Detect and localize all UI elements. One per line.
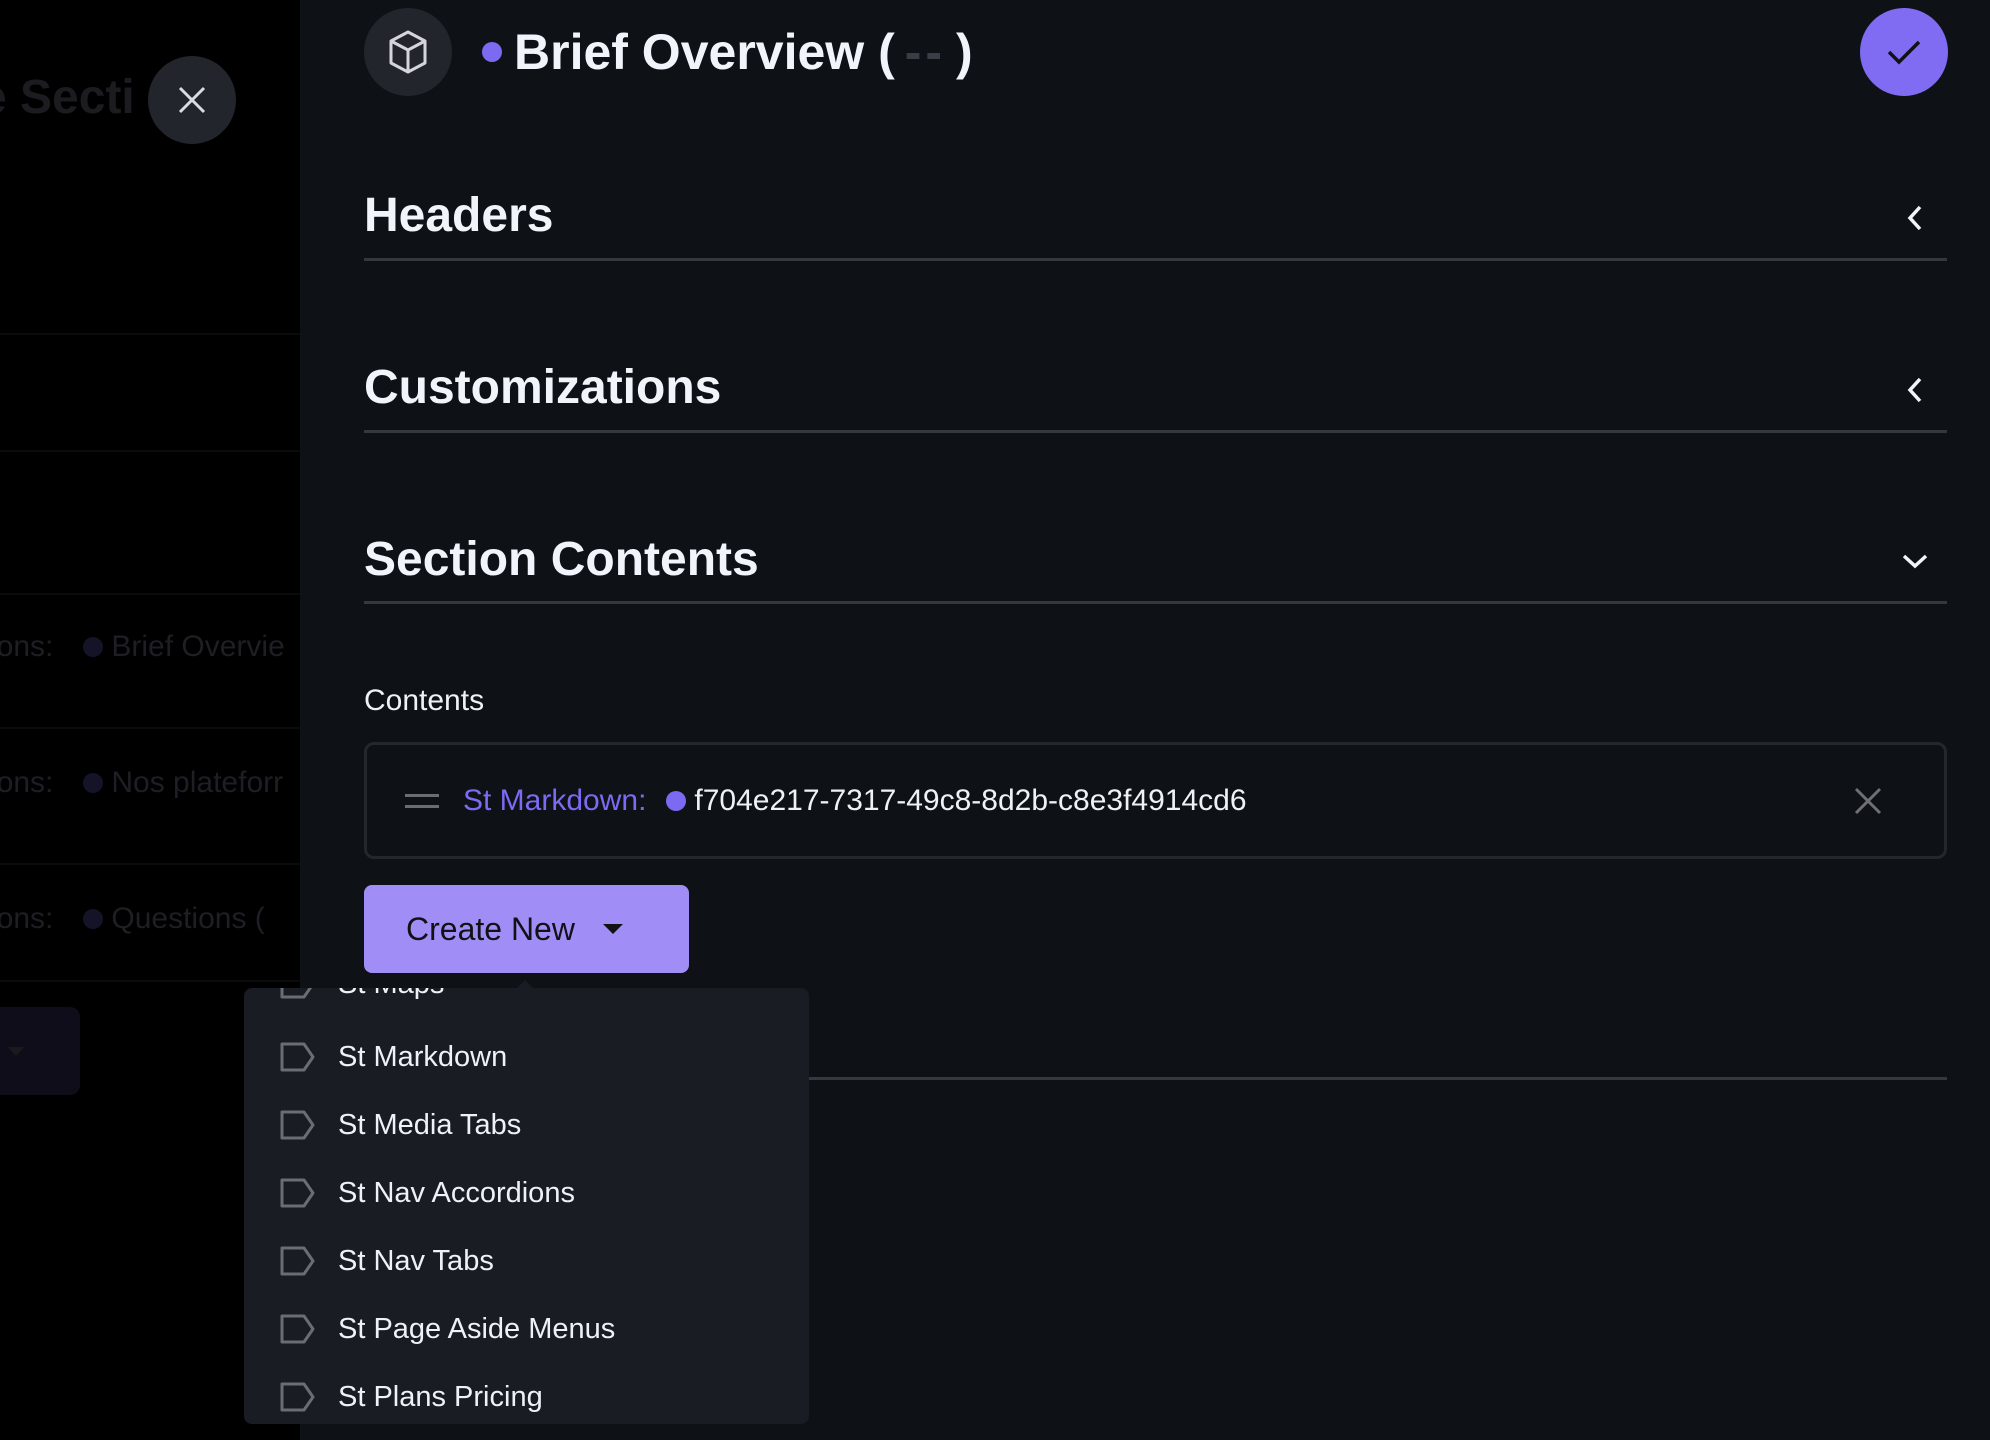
menu-item-label: St Media Tabs <box>338 1108 522 1141</box>
remove-item-button[interactable] <box>1852 785 1884 817</box>
menu-item-label: St Maps <box>338 988 444 1001</box>
close-icon <box>1854 787 1882 815</box>
menu-item[interactable]: St Maps <box>244 988 809 1018</box>
background-page-title: e Secti <box>0 71 135 124</box>
chevron-left-icon <box>1907 205 1922 231</box>
title-close-paren: ) <box>956 24 973 80</box>
section-customizations-toggle[interactable] <box>1900 375 1930 405</box>
tag-icon <box>280 1246 315 1276</box>
create-new-label: Create New <box>406 910 575 947</box>
background-row: ions: Brief Overvie <box>0 630 285 664</box>
content-type: St Markdown: <box>463 783 647 817</box>
section-contents-title[interactable]: Section Contents <box>364 532 759 587</box>
status-dot <box>83 909 104 929</box>
background-divider <box>0 450 300 452</box>
section-divider <box>364 258 1947 261</box>
menu-item-label: St Page Aside Menus <box>338 1312 616 1345</box>
create-new-button[interactable]: Create New <box>364 885 689 973</box>
background-row-value: Brief Overvie <box>111 630 285 663</box>
menu-item-label: St Markdown <box>338 1040 508 1073</box>
section-headers-toggle[interactable] <box>1900 203 1930 233</box>
background-row-value: Questions ( <box>111 902 265 935</box>
section-customizations-title[interactable]: Customizations <box>364 360 721 415</box>
section-headers-title[interactable]: Headers <box>364 188 553 243</box>
caret-down-icon <box>602 924 623 934</box>
menu-item-label: St Plans Pricing <box>338 1380 543 1413</box>
tag-icon <box>280 1314 315 1344</box>
tag-icon <box>280 1042 315 1072</box>
chevron-down-icon <box>1902 554 1928 569</box>
menu-item[interactable]: St Markdown <box>244 1023 809 1091</box>
menu-item[interactable]: St Nav Tabs <box>244 1227 809 1295</box>
menu-item-label: St Nav Tabs <box>338 1244 494 1277</box>
background-divider <box>0 863 300 865</box>
page-title: Brief Overview ( -- ) <box>482 23 973 81</box>
menu-item[interactable]: St Media Tabs <box>244 1091 809 1159</box>
status-dot <box>83 637 104 657</box>
panel-header: Brief Overview ( -- ) <box>364 8 973 96</box>
menu-item[interactable]: St Nav Accordions <box>244 1159 809 1227</box>
status-dot <box>666 790 687 811</box>
drag-handle-icon[interactable] <box>405 793 439 808</box>
caret-down-icon <box>8 1047 24 1056</box>
background-row-label: ions: <box>0 766 54 799</box>
background-divider <box>0 593 300 595</box>
background-row: ions: Nos plateforr <box>0 766 283 800</box>
tag-icon <box>280 988 313 999</box>
create-new-menu[interactable]: St Maps St Markdown St Media Tabs St Nav… <box>244 988 809 1424</box>
title-placeholder: -- <box>904 24 947 80</box>
content-list-item[interactable]: St Markdown: f704e217-7317-49c8-8d2b-c8e… <box>364 742 1947 859</box>
section-divider <box>364 601 1947 604</box>
tag-icon <box>280 1382 315 1412</box>
tag-icon <box>280 1110 315 1140</box>
close-panel-button[interactable] <box>148 56 236 144</box>
tag-icon <box>280 1178 315 1208</box>
contents-label: Contents <box>364 684 485 717</box>
title-text: Brief Overview ( <box>514 24 895 80</box>
menu-item[interactable]: St Plans Pricing <box>244 1363 809 1424</box>
check-icon <box>1887 40 1921 65</box>
chevron-left-icon <box>1907 377 1922 403</box>
background-divider <box>0 727 300 729</box>
status-dot <box>83 773 104 793</box>
section-contents-toggle[interactable] <box>1900 546 1930 576</box>
menu-item[interactable]: St Page Aside Menus <box>244 1295 809 1363</box>
cube-icon <box>364 8 452 96</box>
background-divider <box>0 980 300 982</box>
close-icon <box>178 86 206 114</box>
background-row-label: ions: <box>0 902 54 935</box>
background-dropdown-button <box>0 1007 80 1095</box>
background-divider <box>0 333 300 335</box>
menu-item-label: St Nav Accordions <box>338 1176 575 1209</box>
status-dot <box>482 42 502 62</box>
background-row-label: ions: <box>0 630 54 663</box>
background-row: ions: Questions ( <box>0 902 265 936</box>
background-row-value: Nos plateforr <box>111 766 284 799</box>
content-id[interactable]: f704e217-7317-49c8-8d2b-c8e3f4914cd6 <box>694 784 1246 818</box>
confirm-button[interactable] <box>1860 8 1948 96</box>
section-divider <box>364 430 1947 433</box>
